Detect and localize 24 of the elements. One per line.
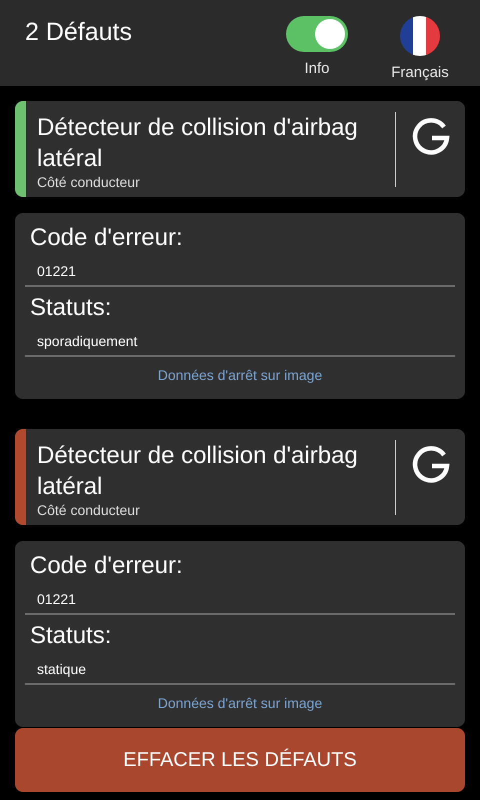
field-label: Statuts: (29, 293, 112, 323)
info-toggle[interactable] (286, 16, 348, 52)
field-value: statique (25, 651, 455, 685)
g-logo-icon (411, 445, 451, 485)
field-value: sporadiquement (25, 323, 455, 357)
screen-title: 2 Défauts (25, 18, 134, 47)
field-label: Code d'erreur: (29, 223, 184, 253)
toggle-label: Info (304, 60, 330, 77)
fault-title: Détecteur de collision d'airbag latéral (37, 113, 359, 174)
fault-card[interactable]: Détecteur de collision d'airbag latéral Côté conducteur (15, 429, 465, 525)
field-label: Statuts: (29, 621, 112, 651)
fault-title: Détecteur de collision d'airbag latéral (37, 441, 359, 502)
freeze-frame-link[interactable]: Données d'arrêt sur image (158, 695, 322, 711)
field-value: 01221 (25, 581, 455, 615)
field-label: Code d'erreur: (29, 551, 184, 581)
g-logo-icon (411, 117, 451, 157)
fault-card[interactable]: Détecteur de collision d'airbag latéral Côté conducteur (15, 101, 465, 197)
fault-subtitle: Côté conducteur (37, 502, 141, 518)
flag-icon[interactable] (400, 16, 440, 56)
language-label: Français (391, 64, 449, 81)
field-value: 01221 (25, 253, 455, 287)
freeze-frame-link[interactable]: Données d'arrêt sur image (158, 367, 322, 383)
fault-subtitle: Côté conducteur (37, 174, 141, 190)
clear-faults-button[interactable]: EFFACER LES DÉFAUTS (15, 728, 465, 792)
